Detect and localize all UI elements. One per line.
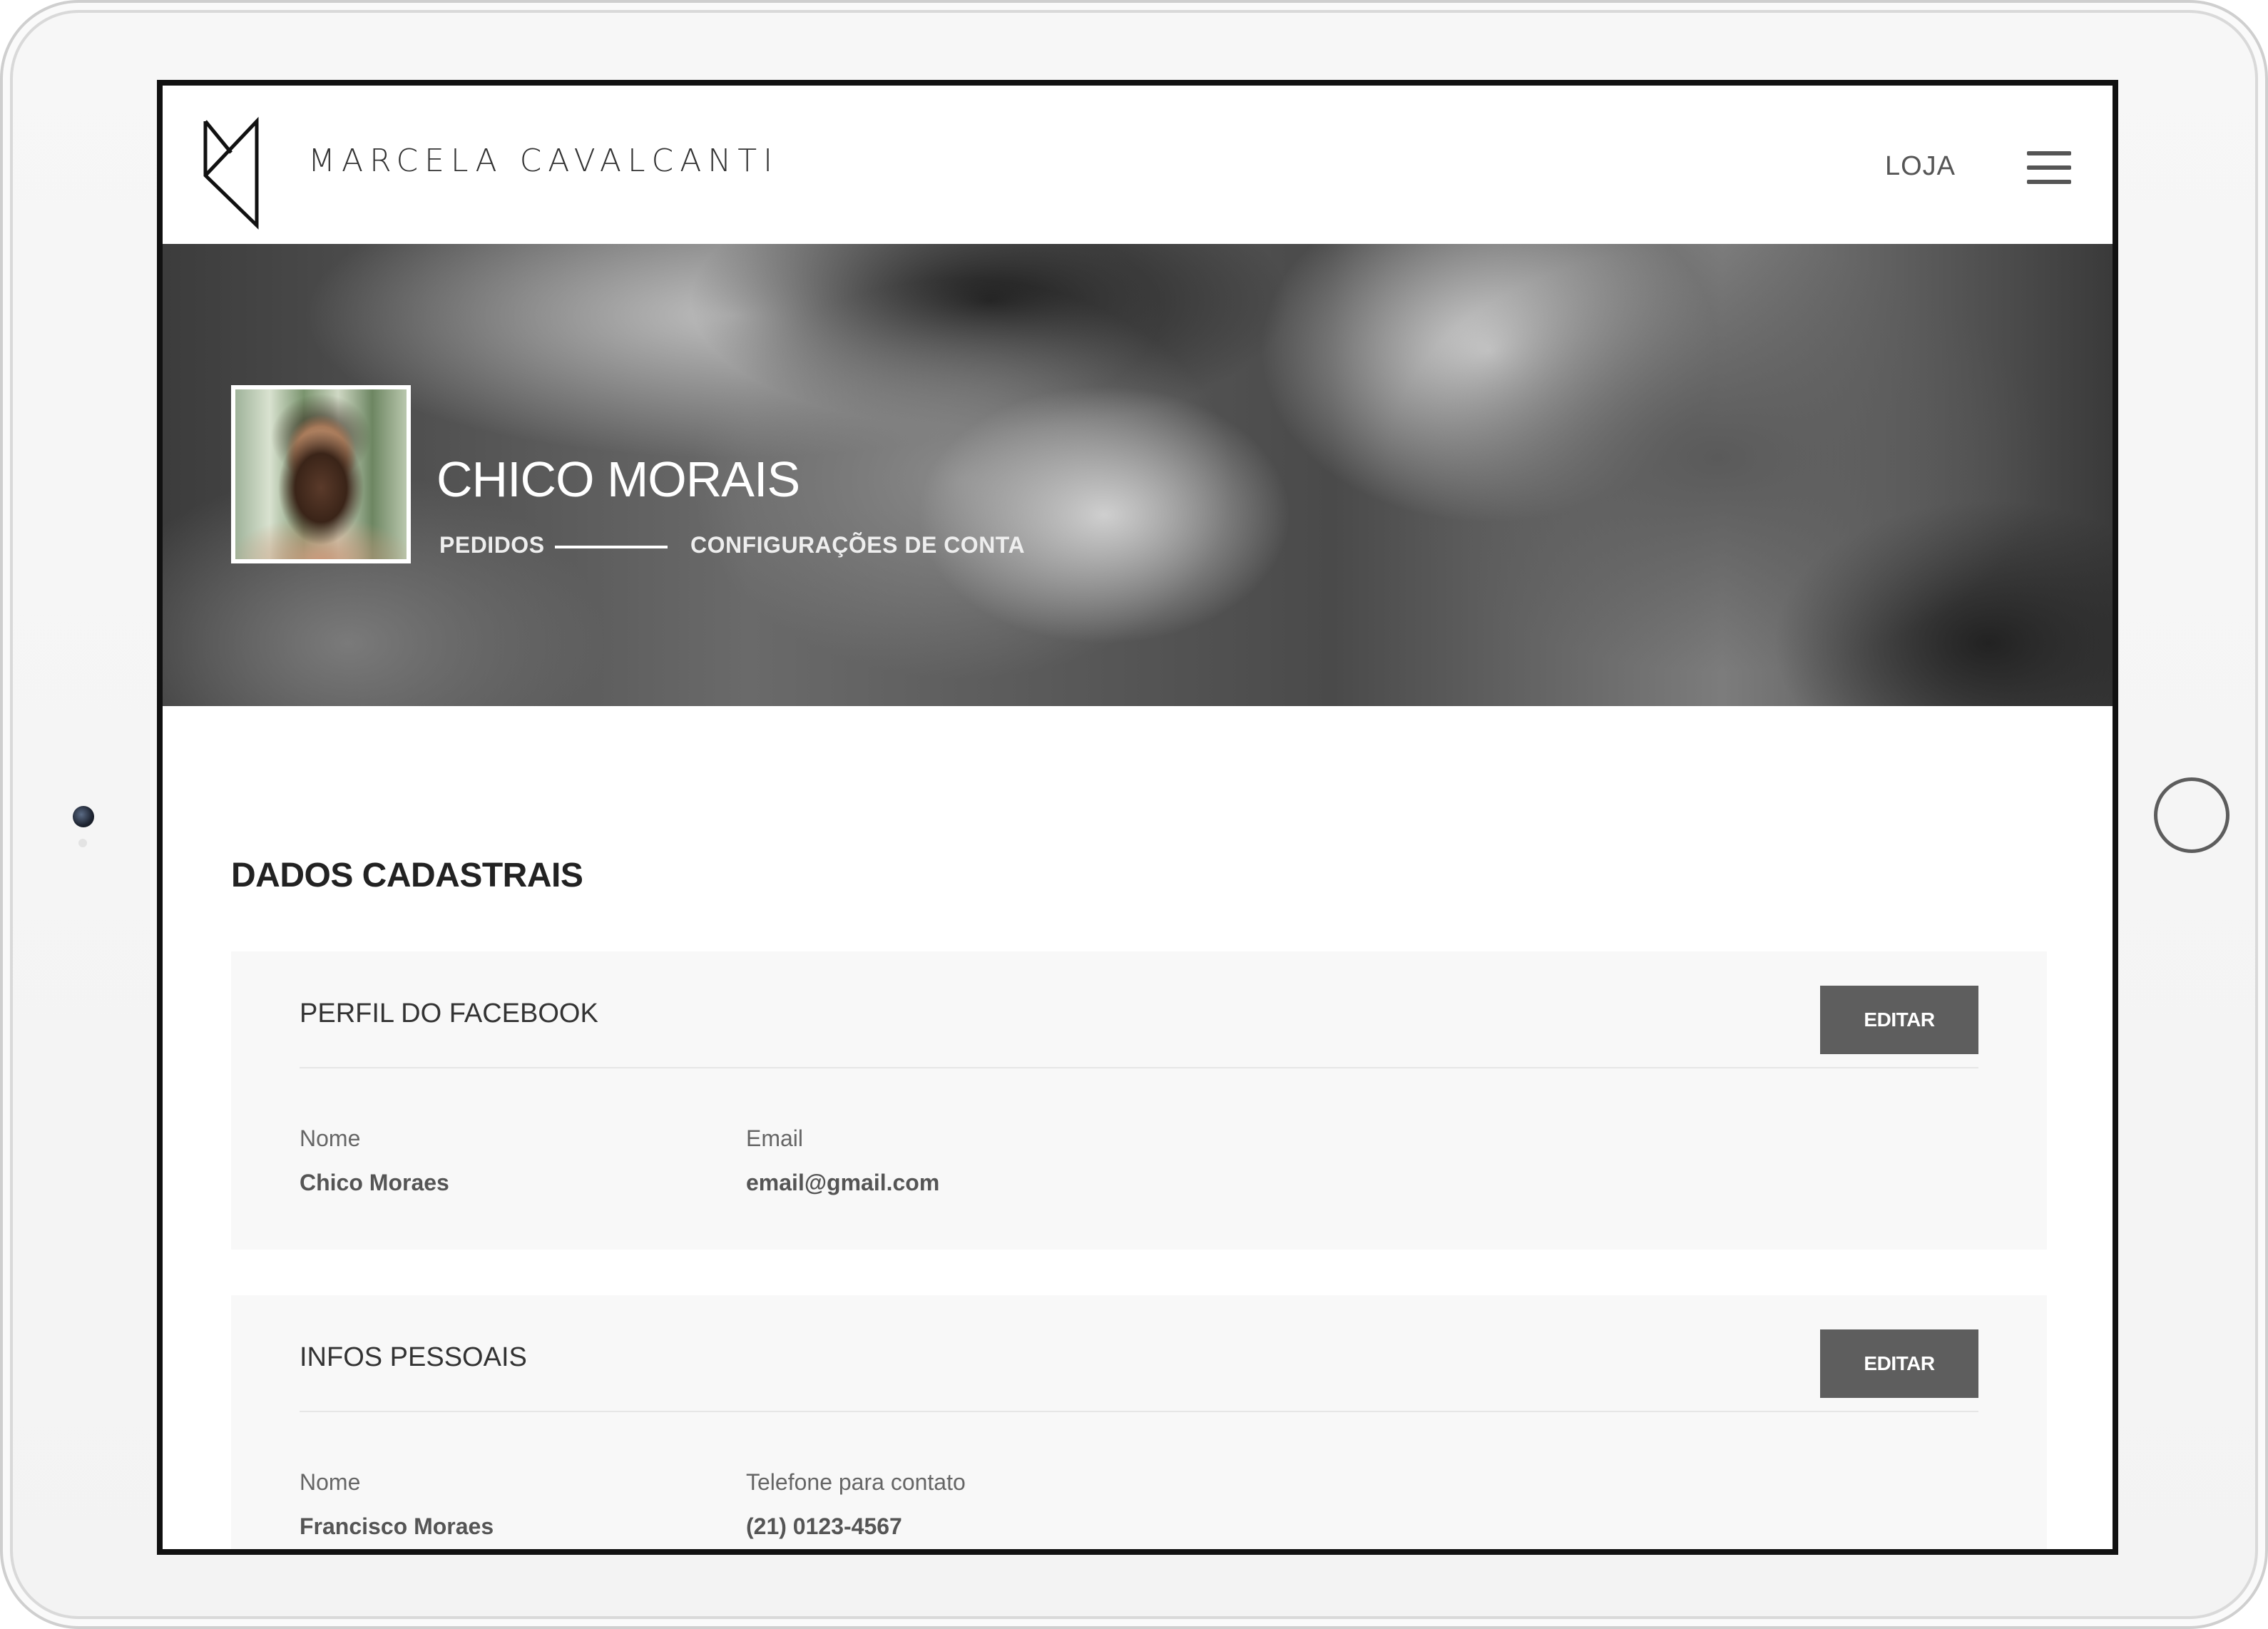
nav-link-loja[interactable]: LOJA [1885, 151, 1956, 182]
phone-label: Telefone para contato [746, 1469, 966, 1495]
card-title: INFOS PESSOAIS [300, 1342, 527, 1372]
name-label: Nome [300, 1125, 361, 1151]
name-value: Francisco Moraes [300, 1513, 494, 1539]
profile-banner: CHICO MORAIS PEDIDOS CONFIGURAÇÕES DE CO… [163, 244, 2113, 706]
brand-logo-icon[interactable] [203, 116, 267, 230]
facebook-profile-card: PERFIL DO FACEBOOK EDITAR Nome Chico Mor… [231, 951, 2047, 1250]
section-title: DADOS CADASTRAIS [231, 857, 583, 894]
email-value: email@gmail.com [746, 1170, 940, 1195]
active-tab-indicator [555, 546, 668, 548]
card-title: PERFIL DO FACEBOOK [300, 999, 598, 1028]
sensor-dot [78, 839, 87, 847]
profile-name: CHICO MORAIS [436, 451, 800, 507]
tablet-frame: MARCELA CAVALCANTI LOJA CHICO MORAIS PED… [0, 0, 2268, 1629]
email-label: Email [746, 1125, 804, 1151]
edit-personal-info-button[interactable]: EDITAR [1820, 1329, 1978, 1398]
tab-pedidos[interactable]: PEDIDOS [439, 532, 545, 558]
screen: MARCELA CAVALCANTI LOJA CHICO MORAIS PED… [157, 80, 2118, 1555]
brand-name[interactable]: MARCELA CAVALCANTI [308, 143, 779, 179]
home-button[interactable] [2154, 777, 2229, 853]
personal-info-card: INFOS PESSOAIS EDITAR Nome Francisco Mor… [231, 1295, 2047, 1549]
name-label: Nome [300, 1469, 361, 1495]
name-value: Chico Moraes [300, 1170, 449, 1195]
divider [300, 1411, 1978, 1412]
tab-configuracoes-de-conta[interactable]: CONFIGURAÇÕES DE CONTA [690, 532, 1025, 558]
phone-value: (21) 0123-4567 [746, 1513, 902, 1539]
camera-icon [73, 806, 94, 827]
edit-facebook-button[interactable]: EDITAR [1820, 986, 1978, 1054]
site-header: MARCELA CAVALCANTI LOJA [163, 86, 2113, 244]
hamburger-menu-icon[interactable] [2027, 151, 2071, 184]
avatar [231, 385, 411, 563]
divider [300, 1067, 1978, 1068]
